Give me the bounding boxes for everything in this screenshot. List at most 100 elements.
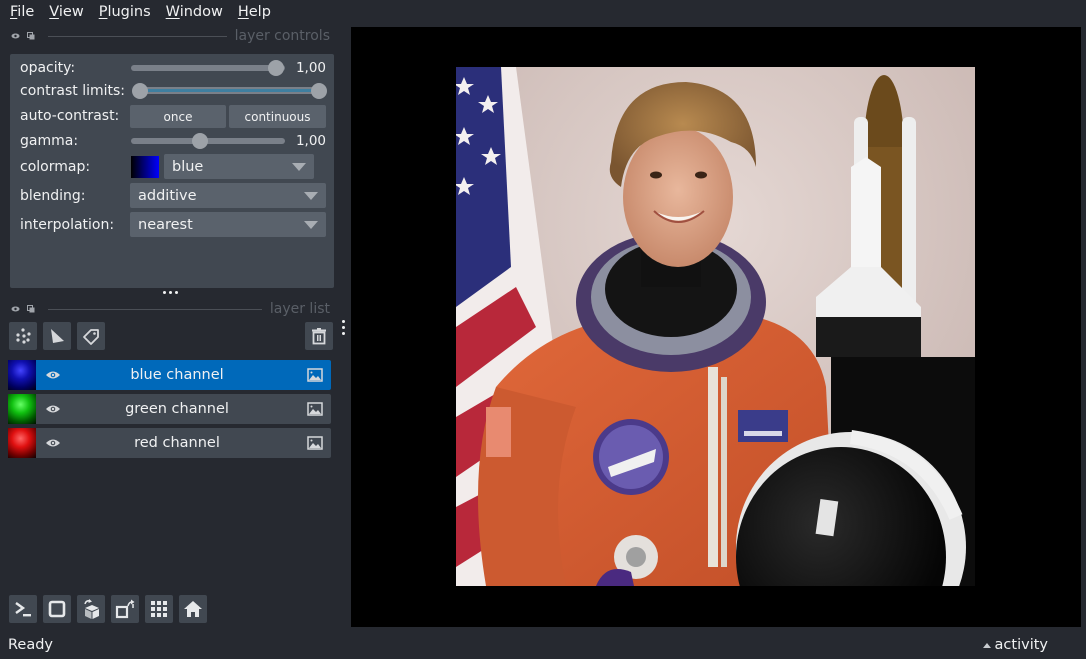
layer-item-blue-channel[interactable]: blue channel [8, 360, 331, 390]
chevron-down-icon [304, 192, 318, 200]
opacity-label: opacity: [20, 60, 76, 76]
trash-icon [312, 328, 326, 345]
interpolation-label: interpolation: [20, 217, 115, 233]
dock-splitter-handle[interactable] [163, 291, 178, 294]
gamma-row: gamma: 1,00 [20, 130, 326, 152]
activity-label: activity [994, 637, 1048, 653]
layer-thumbnail [8, 360, 36, 390]
image-layer-icon [307, 436, 323, 450]
interpolation-value: nearest [138, 216, 193, 233]
gamma-slider-handle[interactable] [192, 133, 208, 149]
menu-plugins-label: lugins [107, 4, 151, 20]
roll-cube-icon [84, 599, 99, 619]
hide-dock-icon[interactable] [10, 304, 20, 314]
layer-thumbnail [8, 428, 36, 458]
dock-title-line [48, 35, 227, 37]
image-layer-icon [307, 402, 323, 416]
astronaut-photo-rendering [456, 67, 975, 586]
visibility-eye-icon[interactable] [39, 438, 67, 448]
menu-view[interactable]: View [49, 4, 83, 20]
interpolation-dropdown[interactable]: nearest [130, 212, 326, 237]
activity-toggle[interactable]: activity [982, 637, 1048, 653]
layer-controls-panel: opacity: 1,00 contrast limits: auto-cont… [10, 54, 334, 288]
colormap-row: colormap: blue [20, 154, 326, 179]
auto-contrast-continuous-button[interactable]: continuous [229, 105, 326, 128]
menu-plugins[interactable]: Plugins [99, 4, 151, 20]
gamma-value[interactable]: 1,00 [296, 133, 326, 149]
blending-row: blending: additive [20, 183, 326, 208]
menu-window-label: indow [179, 4, 223, 20]
layer-list-title: layer list [269, 301, 330, 317]
menu-view-label: iew [58, 4, 84, 20]
points-icon [16, 328, 31, 344]
opacity-slider-track[interactable] [131, 65, 285, 71]
menu-help-label: elp [248, 4, 271, 20]
visibility-eye-icon[interactable] [39, 370, 67, 380]
menu-help[interactable]: Help [238, 4, 271, 20]
astronaut-image [456, 67, 975, 586]
float-dock-icon[interactable] [26, 31, 36, 41]
opacity-value[interactable]: 1,00 [296, 60, 326, 76]
grid-icon [151, 601, 167, 617]
colormap-dropdown[interactable]: blue [164, 154, 314, 179]
chevron-down-icon [292, 163, 306, 171]
contrast-limits-row: contrast limits: [20, 80, 327, 102]
dock-title-line [48, 308, 262, 310]
interpolation-row: interpolation: nearest [20, 212, 326, 237]
layer-item-red-channel[interactable]: red channel [8, 428, 331, 458]
contrast-limits-range-track[interactable] [140, 87, 320, 94]
label-tag-icon [83, 329, 99, 345]
ndisplay-toggle-button[interactable] [43, 595, 71, 623]
grid-view-button[interactable] [145, 595, 173, 623]
layer-item-green-channel[interactable]: green channel [8, 394, 331, 424]
transpose-icon [115, 599, 135, 619]
transpose-dimensions-button[interactable] [111, 595, 139, 623]
menu-help-mnemonic: H [237, 4, 249, 20]
blending-dropdown[interactable]: additive [130, 183, 326, 208]
home-icon [184, 601, 202, 617]
console-button[interactable] [9, 595, 37, 623]
menu-file-label: ile [17, 4, 35, 20]
roll-dimensions-button[interactable] [77, 595, 105, 623]
caret-up-icon [982, 642, 991, 648]
menu-file[interactable]: File [10, 4, 34, 20]
shapes-icon [51, 329, 64, 343]
colormap-label: colormap: [20, 159, 91, 175]
layer-name[interactable]: red channel [67, 435, 287, 451]
layer-controls-title: layer controls [234, 28, 330, 44]
contrast-limits-low-handle[interactable] [132, 83, 148, 99]
home-button[interactable] [179, 595, 207, 623]
new-points-layer-button[interactable] [9, 322, 37, 350]
blending-value: additive [138, 187, 197, 204]
hide-dock-icon[interactable] [10, 31, 20, 41]
auto-contrast-label: auto-contrast: [20, 108, 120, 124]
opacity-slider-handle[interactable] [268, 60, 284, 76]
chevron-down-icon [304, 221, 318, 229]
opacity-row: opacity: 1,00 [20, 57, 326, 79]
layer-list-dock-title: layer list [10, 300, 330, 318]
status-text: Ready [8, 637, 54, 653]
contrast-limits-high-handle[interactable] [311, 83, 327, 99]
layer-controls-dock-title: layer controls [10, 27, 330, 45]
float-dock-icon[interactable] [26, 304, 36, 314]
colormap-swatch [131, 156, 159, 178]
gamma-slider-track[interactable] [131, 138, 285, 144]
square-2d-icon [48, 600, 66, 618]
image-layer-icon [307, 368, 323, 382]
terminal-icon [15, 602, 31, 617]
delete-layer-button[interactable] [305, 322, 333, 350]
layer-name[interactable]: blue channel [67, 367, 287, 383]
colormap-value: blue [172, 158, 204, 175]
menu-window[interactable]: Window [166, 4, 223, 20]
more-options-handle[interactable] [342, 320, 345, 335]
contrast-limits-label: contrast limits: [20, 83, 125, 99]
layer-name[interactable]: green channel [67, 401, 287, 417]
visibility-eye-icon[interactable] [39, 404, 67, 414]
menu-window-mnemonic: W [165, 4, 180, 20]
blending-label: blending: [20, 188, 86, 204]
menu-view-mnemonic: V [49, 4, 59, 20]
new-shapes-layer-button[interactable] [43, 322, 71, 350]
auto-contrast-once-button[interactable]: once [130, 105, 226, 128]
new-labels-layer-button[interactable] [77, 322, 105, 350]
viewer-canvas[interactable] [351, 27, 1081, 627]
